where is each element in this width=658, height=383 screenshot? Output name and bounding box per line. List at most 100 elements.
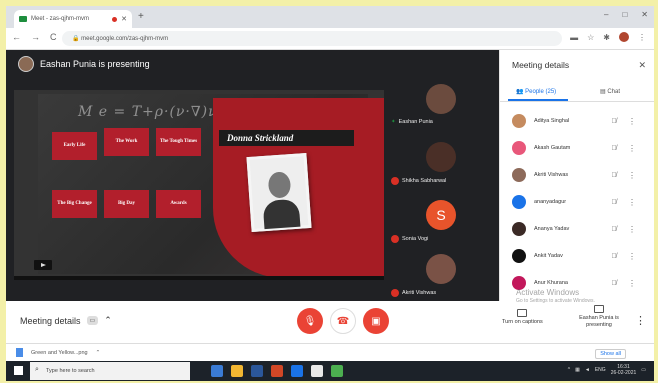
- activate-windows-watermark: Activate Windows Go to Settings to activ…: [516, 288, 595, 305]
- participant-row[interactable]: Akriti Vishwas 🎙̸ ⋮: [500, 162, 654, 188]
- participant-name: Aditya Singhal: [534, 118, 570, 124]
- windows-start-icon[interactable]: [14, 366, 23, 375]
- more-options-icon[interactable]: ⋮: [628, 171, 636, 180]
- participant-name: Eashan Punia: [398, 119, 433, 125]
- participant-name: Akriti Vishwas: [534, 172, 569, 178]
- meet-stage: Eashan Punia is presenting M e = T+ρ·(ν·…: [6, 50, 499, 301]
- puzzle-icon[interactable]: ✱: [603, 33, 610, 42]
- mic-off-icon[interactable]: 🎙̸: [604, 253, 624, 260]
- language-indicator[interactable]: ENG: [595, 367, 606, 373]
- more-options-icon[interactable]: ⋮: [628, 144, 636, 153]
- notifications-icon[interactable]: ▭: [641, 367, 646, 373]
- menu-icon[interactable]: ⋮: [638, 33, 646, 42]
- download-filename: Green and Yellow...png: [31, 349, 88, 356]
- volume-icon[interactable]: ◄: [585, 367, 590, 373]
- participant-name: Sonia Vogi: [402, 236, 429, 242]
- captions-button[interactable]: Turn on captions: [502, 309, 543, 326]
- show-all-button[interactable]: Show all: [595, 349, 626, 359]
- forward-icon[interactable]: →: [31, 32, 40, 42]
- mic-off-icon[interactable]: 🎙̸: [604, 280, 624, 287]
- reload-icon[interactable]: C: [50, 32, 57, 42]
- present-now-button[interactable]: Eashan Punia is presenting: [574, 305, 624, 329]
- meet-controls-bar: Meeting details ▭ ⌃ 🎙 ☎ ▣ Turn on captio…: [6, 301, 654, 343]
- tab-people-label: People (25): [525, 89, 557, 95]
- participant-avatar: [512, 222, 526, 236]
- participant-avatar: [512, 168, 526, 182]
- powerpoint-icon[interactable]: [271, 365, 283, 377]
- participant-name: Shikha Sabharwal: [402, 178, 447, 184]
- more-options-icon[interactable]: ⋮: [628, 117, 636, 126]
- tab-title: Meet - zas-qjhm-mvm: [31, 16, 90, 22]
- close-icon[interactable]: ✕: [638, 60, 646, 71]
- close-window-button[interactable]: ✕: [641, 10, 648, 19]
- portrait-photo: [246, 152, 312, 233]
- back-icon[interactable]: ←: [12, 32, 21, 42]
- participant-row[interactable]: ananyadagur 🎙̸ ⋮: [500, 189, 654, 215]
- leave-call-button[interactable]: ☎: [330, 308, 356, 334]
- maximize-button[interactable]: □: [622, 10, 627, 19]
- edge-icon[interactable]: [291, 365, 303, 377]
- taskbar-search-input[interactable]: Type here to search: [30, 362, 190, 380]
- file-explorer-icon[interactable]: [231, 365, 243, 377]
- meeting-details-toggle[interactable]: Meeting details ▭ ⌃: [20, 315, 112, 326]
- more-options-icon[interactable]: ⋮: [635, 314, 646, 327]
- mic-off-icon[interactable]: 🎙̸: [604, 145, 624, 152]
- up-arrow-icon[interactable]: ^: [568, 367, 570, 373]
- mic-off-icon[interactable]: 🎙̸: [604, 199, 624, 206]
- participant-avatar: [512, 195, 526, 209]
- mic-off-icon[interactable]: 🎙̸: [604, 118, 624, 125]
- camera-icon[interactable]: ▬: [570, 33, 578, 42]
- close-tab-icon[interactable]: ✕: [121, 15, 127, 23]
- more-options-icon[interactable]: ⋮: [628, 225, 636, 234]
- minimize-button[interactable]: –: [604, 10, 608, 19]
- network-icon[interactable]: ▦: [575, 367, 580, 373]
- participant-tile[interactable]: Akriti Vishwas: [391, 254, 491, 302]
- tab-people[interactable]: 👥 People (25): [516, 88, 556, 95]
- participant-video: [426, 254, 456, 284]
- mic-off-icon[interactable]: 🎙̸: [604, 172, 624, 179]
- participant-row[interactable]: Akash Gautam 🎙̸ ⋮: [500, 135, 654, 161]
- clock[interactable]: 16:31 26-02-2021: [611, 364, 637, 376]
- chevron-up-icon[interactable]: ⌃: [96, 350, 101, 356]
- star-icon[interactable]: ☆: [587, 33, 594, 42]
- phone-hangup-icon: ☎: [336, 315, 350, 327]
- new-tab-button[interactable]: +: [138, 11, 144, 22]
- participant-row[interactable]: Ananya Yadav 🎙̸ ⋮: [500, 216, 654, 242]
- slide-tile: The Tough Times: [156, 128, 201, 156]
- participant-initial-avatar: S: [426, 200, 456, 230]
- participant-row[interactable]: Ankit Yadav 🎙̸ ⋮: [500, 243, 654, 269]
- more-options-icon[interactable]: ⋮: [628, 252, 636, 261]
- taskview-icon[interactable]: [211, 365, 223, 377]
- participant-name: Akash Gautam: [534, 145, 571, 151]
- browser-tab[interactable]: Meet - zas-qjhm-mvm ✕: [14, 10, 132, 28]
- more-options-icon[interactable]: ⋮: [628, 279, 636, 288]
- mic-off-icon: [391, 235, 399, 243]
- participant-tile[interactable]: Shikha Sabharwal: [391, 142, 491, 190]
- windows-taskbar: Type here to search ^ ▦ ◄ ENG 16:31 26-0…: [6, 361, 654, 381]
- navigation-buttons: ← → C: [12, 32, 57, 42]
- participant-tile[interactable]: S Sonia Vogi: [391, 200, 491, 248]
- word-icon[interactable]: [251, 365, 263, 377]
- mic-off-icon[interactable]: 🎙̸: [604, 226, 624, 233]
- tab-chat[interactable]: ▤ Chat: [600, 88, 620, 95]
- profile-avatar[interactable]: [619, 32, 629, 42]
- taskbar-apps: [211, 365, 343, 377]
- captions-icon: [517, 309, 528, 317]
- browser-tab-bar: Meet - zas-qjhm-mvm ✕ + – □ ✕: [6, 6, 654, 28]
- meet-icon: [19, 16, 27, 22]
- app-icon[interactable]: [331, 365, 343, 377]
- active-tab-indicator: [508, 99, 568, 101]
- participant-tile[interactable]: ✦ Eashan Punia: [391, 84, 491, 132]
- chrome-icon[interactable]: [311, 365, 323, 377]
- more-options-icon[interactable]: ⋮: [628, 198, 636, 207]
- screen: Meet - zas-qjhm-mvm ✕ + – □ ✕ ← → C 🔒 me…: [6, 6, 654, 381]
- mic-off-icon: 🎙: [303, 315, 317, 327]
- tab-chat-label: Chat: [607, 89, 621, 95]
- presentation-slide[interactable]: M e = T+ρ·(ν·∇)ν ... (1+α) Early Life Th…: [14, 90, 384, 280]
- camera-toggle-button[interactable]: ▣: [363, 308, 389, 334]
- download-item[interactable]: Green and Yellow...png ⌃: [16, 348, 100, 357]
- participant-row[interactable]: Aditya Singhal 🎙̸ ⋮: [500, 108, 654, 134]
- url-input[interactable]: 🔒 meet.google.com/zas-qjhm-mvm: [62, 31, 562, 46]
- play-icon[interactable]: [34, 260, 52, 270]
- mic-toggle-button[interactable]: 🎙: [297, 308, 323, 334]
